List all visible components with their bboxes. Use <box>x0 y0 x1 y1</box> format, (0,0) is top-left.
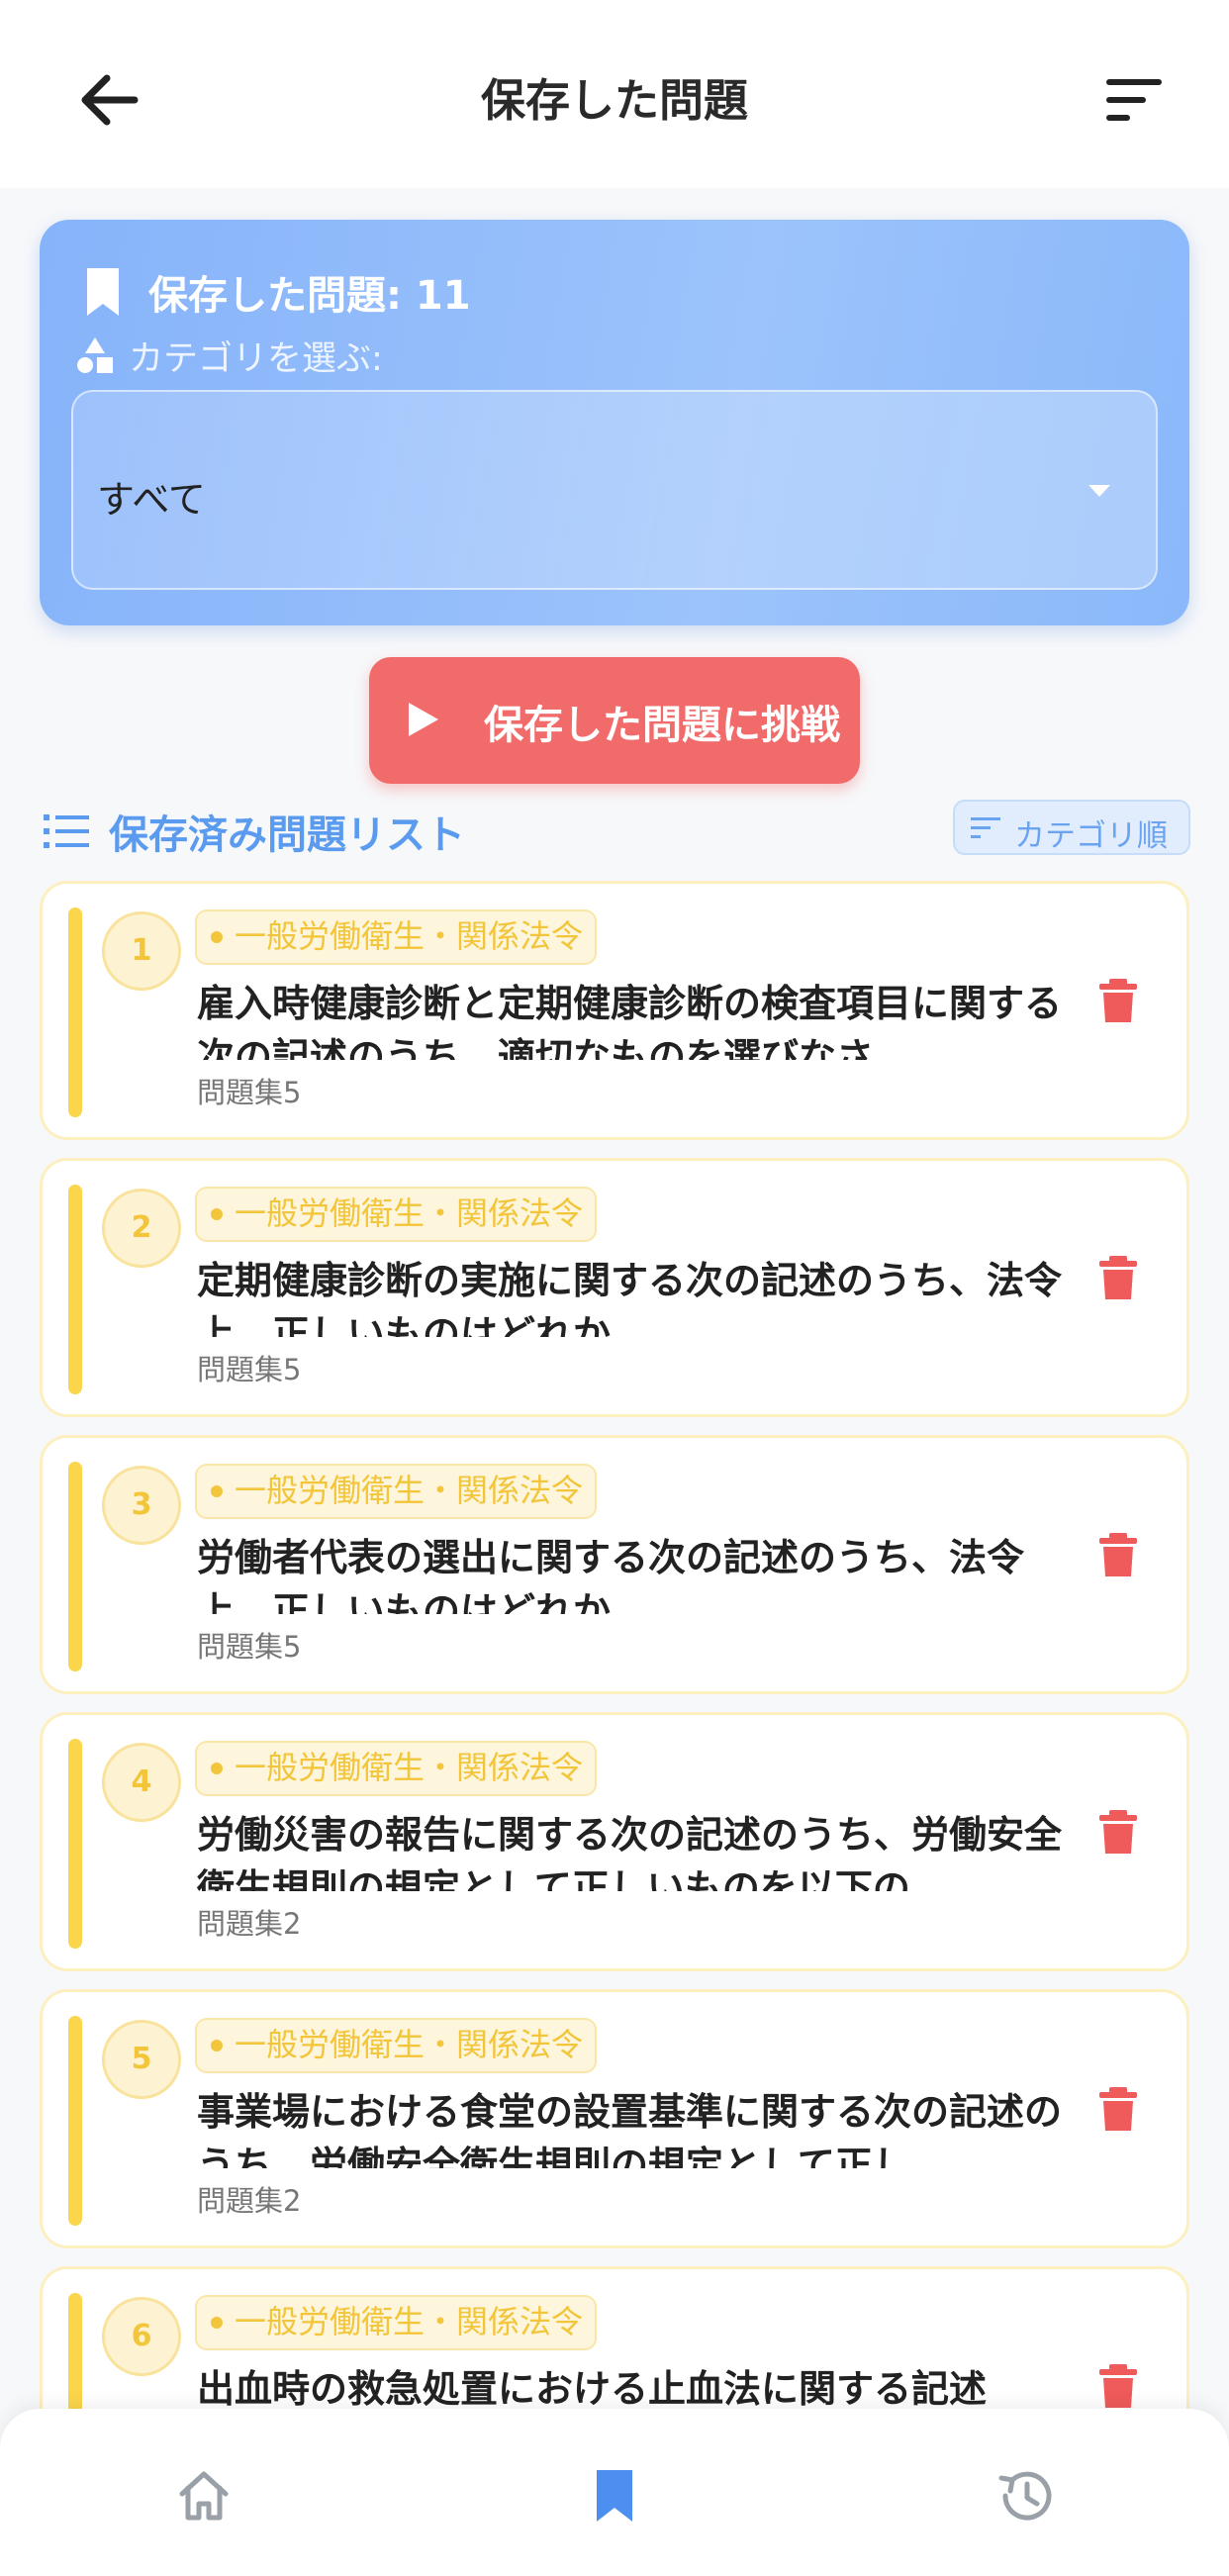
question-text: 雇入時健康診断と定期健康診断の検査項目に関する次の記述のうち、適切なものを選びな… <box>197 982 1063 1060</box>
trash-icon[interactable] <box>1099 1256 1137 1299</box>
saved-count: 保存した問題: 11 <box>83 257 471 327</box>
category-caption: カテゴリを選ぶ: <box>75 331 383 380</box>
trash-icon[interactable] <box>1099 2364 1137 2408</box>
summary-card: 保存した問題: 11 カテゴリを選ぶ: すべて <box>40 220 1189 625</box>
caret-down-icon <box>1088 485 1110 497</box>
accent-stripe <box>68 1739 82 1949</box>
history-icon[interactable] <box>995 2466 1055 2526</box>
problem-set: 問題集5 <box>197 1353 302 1386</box>
trash-icon[interactable] <box>1099 979 1137 1022</box>
item-number: 2 <box>102 1189 181 1268</box>
category-tag: 一般労働衛生・関係法令 <box>195 909 598 965</box>
item-number: 6 <box>102 2297 181 2376</box>
sort-label: カテゴリ順 <box>1014 818 1168 854</box>
problem-set: 問題集2 <box>197 2184 302 2218</box>
problem-set: 問題集2 <box>197 1907 302 1941</box>
app-bar: 保存した問題 <box>0 0 1229 188</box>
category-select[interactable]: すべて <box>71 390 1158 590</box>
list-item[interactable]: 2 一般労働衛生・関係法令 定期健康診断の実施に関する次の記述のうち、法令上、正… <box>40 1158 1189 1417</box>
accent-stripe <box>68 2016 82 2226</box>
list-heading-label: 保存済み問題リスト <box>109 812 465 858</box>
question-text: 労働者代表の選出に関する次の記述のうち、法令上、正しいものはどれか <box>197 1536 1025 1614</box>
challenge-saved-button[interactable]: 保存した問題に挑戦 <box>369 657 860 784</box>
sort-lines-icon[interactable] <box>1100 71 1170 131</box>
list-item[interactable]: 4 一般労働衛生・関係法令 労働災害の報告に関する次の記述のうち、労働安全衛生規… <box>40 1712 1189 1971</box>
list-item[interactable]: 5 一般労働衛生・関係法令 事業場における食堂の設置基準に関する次の記述のうち、… <box>40 1989 1189 2248</box>
bookmark-icon[interactable] <box>585 2466 644 2526</box>
category-tag: 一般労働衛生・関係法令 <box>195 1464 598 1519</box>
item-number: 4 <box>102 1743 181 1822</box>
item-number: 1 <box>102 911 181 991</box>
challenge-label: 保存した問題に挑戦 <box>484 703 840 748</box>
category-tag: 一般労働衛生・関係法令 <box>195 1187 598 1242</box>
accent-stripe <box>68 907 82 1117</box>
question-text: 事業場における食堂の設置基準に関する次の記述のうち、労働安全衛生規則の規定として… <box>197 2090 1063 2168</box>
category-tag: 一般労働衛生・関係法令 <box>195 1741 598 1796</box>
list-heading: 保存済み問題リスト <box>44 800 465 863</box>
category-tag: 一般労働衛生・関係法令 <box>195 2018 598 2073</box>
page-title: 保存した問題 <box>480 74 748 127</box>
sort-lines-icon <box>971 817 1000 838</box>
category-tag: 一般労働衛生・関係法令 <box>195 2295 598 2350</box>
item-number: 3 <box>102 1466 181 1545</box>
trash-icon[interactable] <box>1099 1533 1137 1576</box>
accent-stripe <box>68 1462 82 1671</box>
shapes-icon <box>77 337 113 373</box>
bottom-navigation <box>0 2409 1229 2576</box>
accent-stripe <box>68 1185 82 1394</box>
item-number: 5 <box>102 2020 181 2099</box>
home-icon[interactable] <box>174 2466 234 2526</box>
category-select-value: すべて <box>97 478 206 522</box>
trash-icon[interactable] <box>1099 1810 1137 1854</box>
category-label: カテゴリを選ぶ: <box>129 338 383 379</box>
bookmark-icon <box>87 268 119 316</box>
list-icon <box>44 814 89 848</box>
list-item[interactable]: 3 一般労働衛生・関係法令 労働者代表の選出に関する次の記述のうち、法令上、正し… <box>40 1435 1189 1694</box>
sort-category-button[interactable]: カテゴリ順 <box>953 800 1190 855</box>
trash-icon[interactable] <box>1099 2087 1137 2131</box>
problem-set: 問題集5 <box>197 1076 302 1109</box>
question-text: 労働災害の報告に関する次の記述のうち、労働安全衛生規則の規定として正しいものを以… <box>197 1813 1063 1891</box>
question-text: 定期健康診断の実施に関する次の記述のうち、法令上、正しいものはどれか <box>197 1259 1063 1337</box>
play-icon <box>409 703 438 736</box>
problem-set: 問題集5 <box>197 1630 302 1664</box>
list-item[interactable]: 1 一般労働衛生・関係法令 雇入時健康診断と定期健康診断の検査項目に関する次の記… <box>40 881 1189 1140</box>
saved-count-label: 保存した問題: 11 <box>148 273 471 319</box>
